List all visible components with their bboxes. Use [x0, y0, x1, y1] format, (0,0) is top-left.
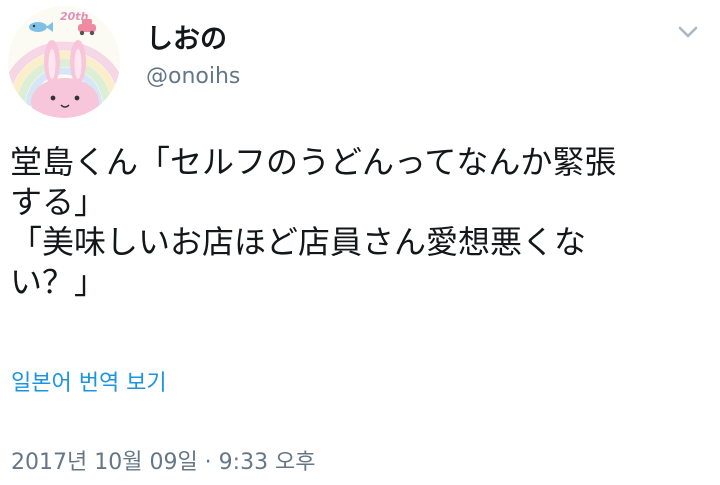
svg-text:20th: 20th [60, 10, 89, 23]
tweet-timestamp[interactable]: 2017년 10월 09일 · 9:33 오후 [11, 448, 316, 478]
tweet-line: い？」 [10, 263, 107, 301]
user-handle[interactable]: @onoihs [146, 62, 240, 92]
tweet-text: 堂島くん「セルフのうどんってなんか緊張 する」 「美味しいお店ほど店員さん愛想悪… [10, 142, 710, 302]
avatar[interactable]: 20th [8, 6, 120, 118]
tweet-line: 「美味しいお店ほど店員さん愛想悪くな [10, 223, 587, 261]
display-name[interactable]: しおの [146, 22, 227, 58]
chevron-down-icon[interactable] [672, 18, 704, 46]
tweet-line: する」 [10, 183, 107, 221]
translate-tweet-link[interactable]: 일본어 번역 보기 [11, 369, 167, 399]
tweet-line: 堂島くん「セルフのうどんってなんか緊張 [10, 143, 617, 181]
rabbit-avatar-image: 20th [8, 6, 120, 118]
